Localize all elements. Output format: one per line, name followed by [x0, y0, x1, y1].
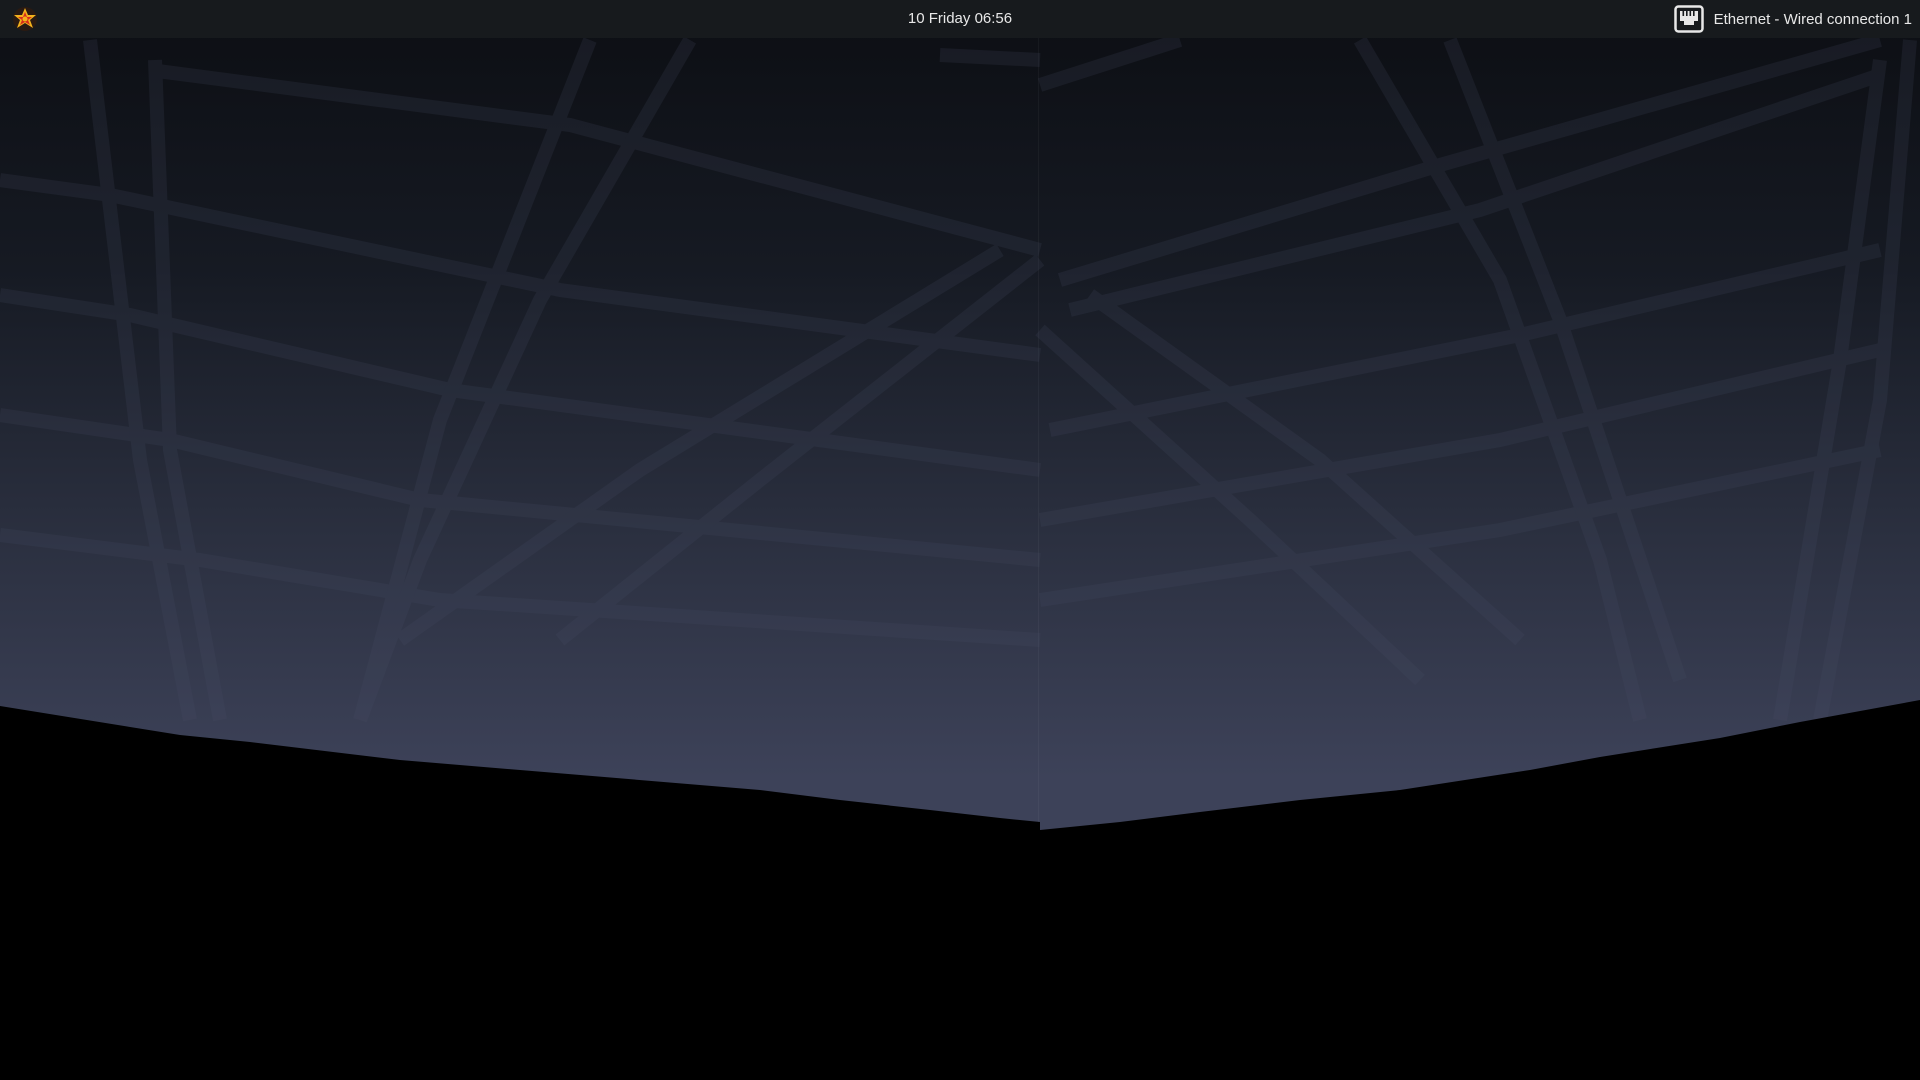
applications-menu-button[interactable]: [12, 6, 38, 32]
wallpaper: [0, 0, 1920, 1080]
network-indicator[interactable]: Ethernet - Wired connection 1: [1673, 0, 1912, 38]
network-label: Ethernet - Wired connection 1: [1713, 10, 1912, 28]
top-panel: 10 Friday 06:56 Ethernet - Wired connect…: [0, 0, 1920, 38]
desktop: 10 Friday 06:56 Ethernet - Wired connect…: [0, 0, 1920, 1080]
clock-label[interactable]: 10 Friday 06:56: [908, 10, 1012, 27]
clock: 10 Friday 06:56: [0, 0, 1920, 38]
ethernet-icon: [1673, 5, 1704, 33]
desktop-menu-logo-icon: [13, 7, 37, 31]
